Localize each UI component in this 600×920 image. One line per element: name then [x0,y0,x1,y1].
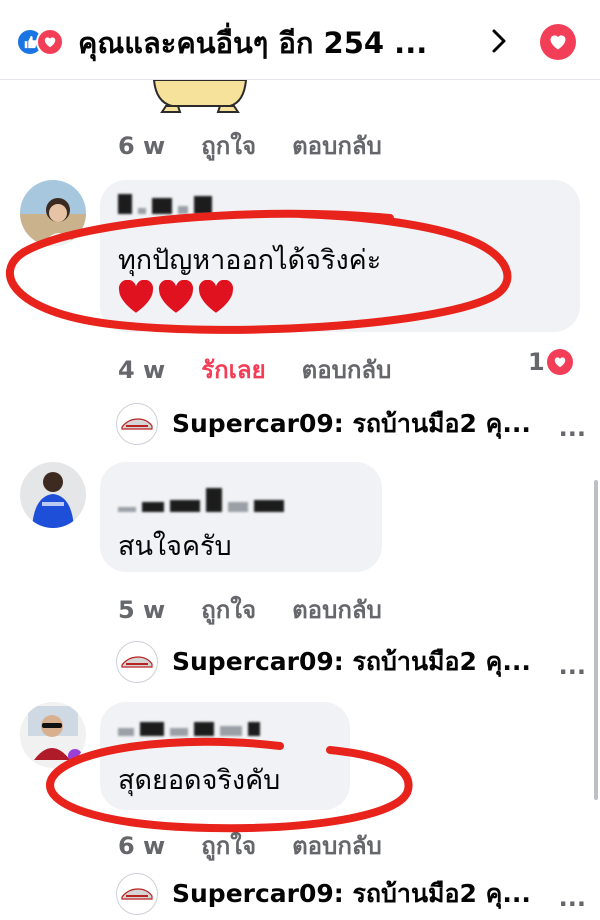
commenter-name[interactable] [118,716,260,736]
avatar[interactable] [20,702,86,768]
comment-actions: 4 w รักเลย ตอบกลับ [118,350,427,389]
reply-preview[interactable]: Supercar09: รถบ้านมือ2 คุ... [116,640,531,684]
love-reaction-button[interactable] [540,24,576,60]
reply-preview-text: Supercar09: รถบ้านมือ2 คุ... [172,647,531,676]
love-icon [36,28,64,56]
comment-actions: 5 w ถูกใจ ตอบกลับ [118,590,418,629]
reply-preview-text: Supercar09: รถบ้านมือ2 คุ... [172,879,531,908]
commenter-name[interactable] [118,194,212,214]
reactions-header[interactable]: คุณและคนอื่นๆ อีก 254 ... [0,0,600,80]
comment-text: สนใจครับ [118,531,232,562]
comment-bubble[interactable]: ทุกปัญหาออกได้จริงค่ะ [100,180,580,332]
more-options-icon[interactable]: ... [559,652,586,680]
sticker-image [152,80,248,113]
reply-preview-text: Supercar09: รถบ้านมือ2 คุ... [172,409,531,438]
comment-text: ทุกปัญหาออกได้จริงค่ะ [118,245,382,276]
love-icon [546,349,573,375]
love-link[interactable]: รักเลย [201,350,265,389]
comment-actions: 6 w ถูกใจ ตอบกลับ [118,126,418,165]
like-link[interactable]: ถูกใจ [201,590,256,629]
avatar[interactable] [20,462,86,528]
comment-bubble[interactable]: สุดยอดจริงคับ [100,702,350,810]
chevron-right-icon[interactable] [484,26,514,56]
comment-time: 6 w [118,131,166,160]
reactions-summary[interactable]: คุณและคนอื่นๆ อีก 254 ... [78,20,427,66]
reply-link[interactable]: ตอบกลับ [292,126,382,165]
more-options-icon[interactable]: ... [559,414,586,442]
comment-time: 4 w [118,355,166,384]
more-options-icon[interactable]: ... [559,884,586,912]
comment-time: 6 w [118,831,166,860]
comment-time: 5 w [118,595,166,624]
avatar[interactable] [20,180,86,246]
reply-link[interactable]: ตอบกลับ [292,590,382,629]
hearts-emoji [118,280,234,314]
supercar-logo [116,641,158,683]
supercar-logo [116,873,158,915]
reply-link[interactable]: ตอบกลับ [292,826,382,865]
like-link[interactable]: ถูกใจ [201,826,256,865]
reaction-count-number: 1 [528,348,545,376]
supercar-logo [116,403,158,445]
commenter-name[interactable] [118,488,284,512]
comment-text: สุดยอดจริงคับ [118,765,281,796]
reply-link[interactable]: ตอบกลับ [302,350,392,389]
reaction-count[interactable]: 1 [528,348,573,376]
comment-actions: 6 w ถูกใจ ตอบกลับ [118,826,418,865]
scrollbar[interactable] [594,480,598,800]
like-link[interactable]: ถูกใจ [201,126,256,165]
comment-bubble[interactable]: สนใจครับ [100,462,382,572]
reply-preview[interactable]: Supercar09: รถบ้านมือ2 คุ... [116,402,531,446]
reply-preview[interactable]: Supercar09: รถบ้านมือ2 คุ... [116,872,531,916]
reaction-icons [16,28,76,56]
